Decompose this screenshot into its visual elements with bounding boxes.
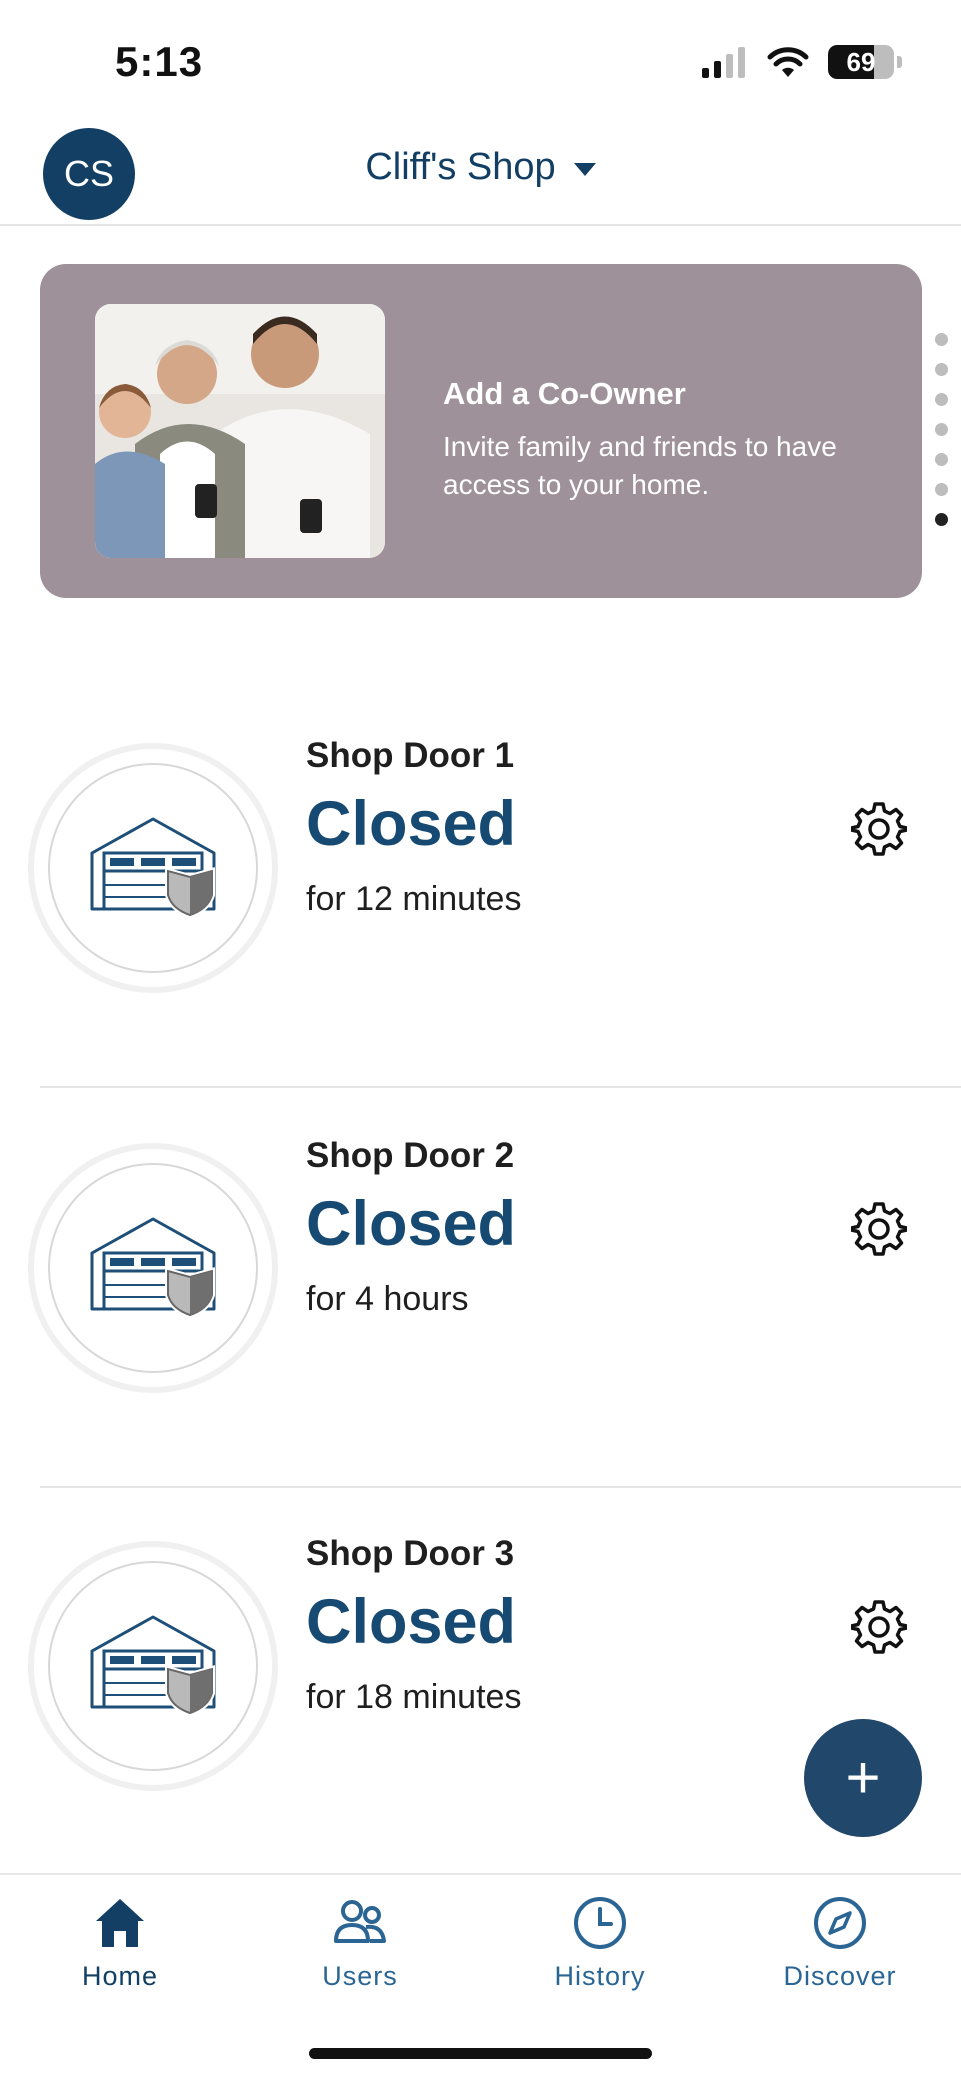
tab-home[interactable]: Home <box>0 1893 240 2003</box>
door-duration: for 4 hours <box>306 1280 469 1318</box>
compass-icon <box>814 1897 866 1949</box>
door-row[interactable]: Shop Door 2 Closed for 4 hours <box>0 1090 961 1488</box>
carousel-dot[interactable] <box>935 333 948 346</box>
tab-users[interactable]: Users <box>240 1893 480 2003</box>
carousel-dots[interactable] <box>935 333 948 526</box>
door-icon-ring <box>48 763 258 973</box>
promo-text: Invite family and friends to have access… <box>443 431 837 500</box>
door-settings-button[interactable] <box>849 1599 909 1655</box>
carousel-dot[interactable] <box>935 513 948 526</box>
gear-icon <box>849 1600 909 1654</box>
garage-door-icon <box>90 1615 216 1717</box>
carousel-dot[interactable] <box>935 483 948 496</box>
location-selector[interactable]: Cliff's Shop <box>0 146 961 189</box>
door-row[interactable]: Shop Door 3 Closed for 18 minutes <box>0 1488 961 1886</box>
carousel-dot[interactable] <box>935 423 948 436</box>
garage-door-icon <box>90 817 216 919</box>
location-name: Cliff's Shop <box>365 146 556 188</box>
battery-cap <box>897 56 902 68</box>
add-device-button[interactable]: + <box>804 1719 922 1837</box>
carousel-dot[interactable] <box>935 453 948 466</box>
status-icons: 69 <box>700 42 902 82</box>
status-bar: 5:13 69 <box>0 0 961 110</box>
gear-icon <box>849 1202 909 1256</box>
users-icon <box>334 1900 386 1943</box>
tab-history[interactable]: History <box>480 1893 720 2003</box>
tab-discover-label: Discover <box>783 1961 897 1991</box>
door-name: Shop Door 1 <box>306 736 515 775</box>
gear-icon <box>849 802 909 856</box>
door-duration: for 18 minutes <box>306 1678 522 1716</box>
home-icon <box>96 1899 144 1947</box>
door-row[interactable]: Shop Door 1 Closed for 12 minutes <box>0 690 961 1088</box>
carousel-dot[interactable] <box>935 363 948 376</box>
battery-level: 69 <box>846 46 876 77</box>
promo-banner[interactable]: Add a Co-Owner Invite family and friends… <box>40 264 922 598</box>
cellular-signal-icon <box>702 47 745 78</box>
door-toggle-button[interactable] <box>28 743 278 993</box>
carousel-dot[interactable] <box>935 393 948 406</box>
door-status: Closed <box>306 789 517 859</box>
door-icon-ring <box>48 1561 258 1771</box>
tab-users-label: Users <box>322 1961 398 1991</box>
status-time: 5:13 <box>115 38 204 85</box>
divider <box>40 1086 961 1088</box>
promo-title: Add a Co-Owner <box>443 376 686 411</box>
family-photo <box>95 304 385 558</box>
caret-down-icon <box>573 163 596 176</box>
tab-history-label: History <box>554 1961 646 1991</box>
door-icon-ring <box>48 1163 258 1373</box>
door-toggle-button[interactable] <box>28 1541 278 1791</box>
clock-icon <box>574 1897 626 1949</box>
wifi-icon <box>767 47 809 77</box>
tab-home-label: Home <box>81 1961 159 1991</box>
door-status: Closed <box>306 1587 517 1657</box>
battery-icon: 69 <box>828 45 894 79</box>
door-settings-button[interactable] <box>849 1201 909 1257</box>
door-toggle-button[interactable] <box>28 1143 278 1393</box>
home-indicator <box>309 2048 652 2059</box>
door-duration: for 12 minutes <box>306 880 522 918</box>
tab-discover[interactable]: Discover <box>720 1893 960 2003</box>
door-status: Closed <box>306 1189 517 1259</box>
door-name: Shop Door 2 <box>306 1136 515 1175</box>
door-name: Shop Door 3 <box>306 1534 515 1573</box>
door-settings-button[interactable] <box>849 801 909 857</box>
app-screen: 5:13 69 CS Cliff's Shop Add a Co-Owner I… <box>0 0 961 2080</box>
garage-door-icon <box>90 1217 216 1319</box>
app-header: CS Cliff's Shop <box>0 110 961 226</box>
